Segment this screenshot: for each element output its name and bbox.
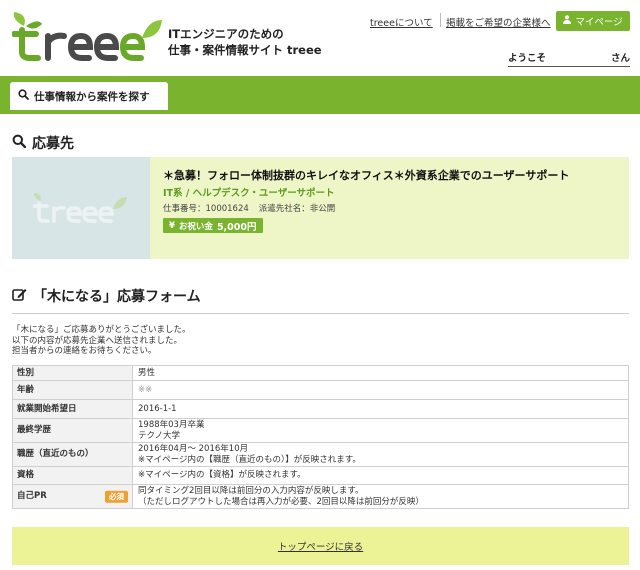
edit-icon bbox=[12, 287, 27, 306]
row-value-line: 同タイミング2回目以降は前回分の入力内容が反映します。 bbox=[138, 486, 364, 496]
row-value-line: 男性 bbox=[138, 367, 156, 378]
job-title[interactable]: ＊急募！フォロー体制抜群のキレイなオフィス＊外資系企業でのユーザーサポート bbox=[163, 167, 569, 183]
back-to-top-link[interactable]: トップページに戻る bbox=[278, 539, 363, 553]
row-value: 男性 bbox=[132, 365, 629, 381]
form-heading: 「木になる」応募フォーム bbox=[12, 286, 201, 306]
row-label: 年齢 bbox=[12, 380, 133, 400]
thank-you-line-2: 以下の内容が応募先企業へ送信されました。 bbox=[12, 335, 183, 346]
tagline-line-2: 仕事・案件情報サイト treee bbox=[168, 43, 322, 57]
mypage-button[interactable]: マイページ bbox=[556, 11, 630, 31]
welcome-prefix: ようこそ bbox=[508, 53, 547, 64]
search-icon bbox=[12, 134, 27, 152]
row-label: 職歴（直近のもの） bbox=[12, 442, 133, 467]
table-row: 最終学歴 1988年03月卒業 テクノ大学 bbox=[12, 418, 629, 443]
row-value-line: ※マイページ内の【資格】が反映されます。 bbox=[138, 470, 306, 481]
row-value: 2016年04月～ 2016年10月 ※マイページ内の【職歴（直近のもの）】が反… bbox=[132, 442, 629, 467]
site-logo[interactable] bbox=[11, 12, 162, 62]
row-value-line: ※※ bbox=[138, 384, 153, 395]
row-label: 性別 bbox=[12, 365, 133, 381]
bonus-badge: ¥ お祝い金 5,000円 bbox=[163, 218, 263, 233]
form-divider bbox=[12, 313, 629, 314]
row-label: 最終学歴 bbox=[12, 418, 133, 443]
tab-job-search-label: 仕事情報から案件を探す bbox=[34, 90, 150, 103]
row-label-text: 自己PR bbox=[17, 491, 47, 502]
nav-underline bbox=[0, 110, 640, 114]
welcome-suffix: さん bbox=[610, 53, 630, 64]
row-value-line: ※マイページ内の【職歴（直近のもの）】が反映されます。 bbox=[138, 454, 361, 465]
application-summary-table: 性別 男性 年齢 ※※ 就業開始希望日 2016-1-1 最終学歴 1988年0… bbox=[12, 365, 629, 509]
yen-icon: ¥ bbox=[169, 220, 175, 231]
job-company: 派遣先社名：非公開 bbox=[258, 204, 336, 214]
thank-you-line-1: 「木になる」ご応募ありがとうございました。 bbox=[12, 325, 191, 335]
bonus-amount: 5,000円 bbox=[216, 221, 257, 233]
tagline-line-1: ITエンジニアのための bbox=[168, 27, 284, 41]
job-category[interactable]: IT系 / ヘルプデスク・ユーザーサポート bbox=[163, 185, 335, 199]
back-to-top-panel: トップページに戻る bbox=[12, 527, 629, 565]
row-label: 資格 bbox=[12, 466, 133, 485]
table-row: 自己PR 必須 同タイミング2回目以降は前回分の入力内容が反映します。 （ただし… bbox=[12, 484, 629, 509]
search-icon bbox=[18, 89, 29, 103]
apply-heading: 応募先 bbox=[12, 133, 74, 153]
row-value: 1988年03月卒業 テクノ大学 bbox=[132, 418, 629, 443]
row-value: ※※ bbox=[132, 380, 629, 400]
site-header: ITエンジニアのための 仕事・案件情報サイト treee treeeについて 掲… bbox=[0, 0, 640, 76]
row-value: 同タイミング2回目以降は前回分の入力内容が反映します。 （ただしログアウトした場… bbox=[132, 484, 629, 509]
row-value-line: （ただしログアウトした場合は再入力が必要、2回目以降は前回分が反映） bbox=[138, 496, 424, 507]
site-tagline: ITエンジニアのための 仕事・案件情報サイト treee bbox=[168, 26, 322, 58]
job-thumbnail bbox=[12, 157, 150, 259]
apply-heading-text: 応募先 bbox=[32, 136, 74, 152]
thumbnail-logo bbox=[33, 193, 127, 223]
thank-you-line-3: 担当者からの連絡をお待ちください。 bbox=[12, 346, 157, 356]
row-value-line: テクノ大学 bbox=[138, 430, 180, 441]
about-link[interactable]: treeeについて bbox=[370, 15, 433, 29]
mypage-button-label: マイページ bbox=[575, 17, 623, 28]
table-row: 年齢 ※※ bbox=[12, 380, 629, 400]
row-value: 2016-1-1 bbox=[132, 399, 629, 419]
bonus-label: お祝い金 bbox=[178, 221, 213, 232]
tab-job-search[interactable]: 仕事情報から案件を探す bbox=[10, 82, 168, 110]
form-heading-text: 「木になる」応募フォーム bbox=[33, 289, 201, 305]
table-row: 職歴（直近のもの） 2016年04月～ 2016年10月 ※マイページ内の【職歴… bbox=[12, 442, 629, 467]
row-value: ※マイページ内の【資格】が反映されます。 bbox=[132, 466, 629, 485]
welcome-message: ようこそ さん bbox=[508, 50, 630, 67]
job-number: 仕事番号：10001624 bbox=[163, 204, 249, 214]
required-badge: 必須 bbox=[105, 490, 128, 503]
job-meta: 仕事番号：10001624 派遣先社名：非公開 bbox=[163, 202, 335, 214]
table-row: 就業開始希望日 2016-1-1 bbox=[12, 399, 629, 419]
employers-link[interactable]: 掲載をご希望の企業様へ bbox=[446, 15, 551, 29]
row-label: 自己PR 必須 bbox=[12, 484, 133, 509]
job-card[interactable]: ＊急募！フォロー体制抜群のキレイなオフィス＊外資系企業でのユーザーサポート IT… bbox=[12, 157, 629, 259]
table-row: 資格 ※マイページ内の【資格】が反映されます。 bbox=[12, 466, 629, 485]
nav-divider bbox=[440, 13, 441, 27]
user-icon bbox=[563, 15, 572, 27]
table-row: 性別 男性 bbox=[12, 365, 629, 381]
row-label: 就業開始希望日 bbox=[12, 399, 133, 419]
thank-you-message: 「木になる」ご応募ありがとうございました。 以下の内容が応募先企業へ送信されまし… bbox=[12, 325, 191, 357]
row-value-line: 1988年03月卒業 bbox=[138, 420, 205, 430]
row-value-line: 2016-1-1 bbox=[138, 403, 177, 414]
row-value-line: 2016年04月～ 2016年10月 bbox=[138, 444, 249, 454]
